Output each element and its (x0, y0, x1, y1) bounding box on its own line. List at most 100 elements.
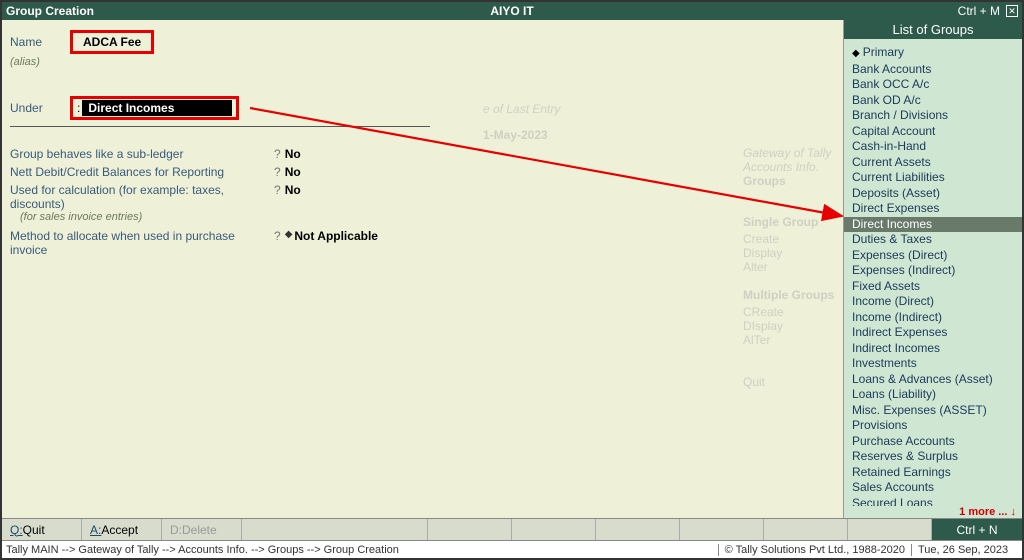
group-list-item[interactable]: Cash-in-Hand (852, 139, 1018, 155)
opt-subledger-value[interactable]: No (285, 147, 301, 161)
opt-subledger-label: Group behaves like a sub-ledger (10, 147, 270, 161)
group-list-item[interactable]: Deposits (Asset) (852, 186, 1018, 202)
ghost-multiple: Multiple Groups (743, 288, 834, 302)
under-label: Under (10, 101, 70, 115)
opt-calc-sub: (for sales invoice entries) (20, 211, 142, 223)
accept-button[interactable]: A: Accept (82, 519, 162, 540)
group-list-item[interactable]: Misc. Expenses (ASSET) (852, 403, 1018, 419)
list-more-indicator[interactable]: 1 more ... ↓ (844, 506, 1022, 518)
ctrl-n-button[interactable]: Ctrl + N (932, 519, 1022, 540)
group-list-item-label: Expenses (Indirect) (852, 263, 955, 277)
group-list-item[interactable]: Bank OD A/c (852, 93, 1018, 109)
group-list-item[interactable]: Expenses (Indirect) (852, 263, 1018, 279)
group-list-item[interactable]: Indirect Expenses (852, 325, 1018, 341)
group-list-item[interactable]: Retained Earnings (852, 465, 1018, 481)
group-list-item[interactable]: Direct Expenses (852, 201, 1018, 217)
buttonbar-seg (680, 519, 764, 540)
group-list-item[interactable]: Indirect Incomes (852, 341, 1018, 357)
under-field[interactable]: : Direct Incomes (70, 96, 239, 120)
quit-button[interactable]: Q: Quit (2, 519, 82, 540)
buttonbar-seg (764, 519, 848, 540)
status-bar: Tally MAIN --> Gateway of Tally --> Acco… (2, 540, 1022, 558)
title-shortcut: Ctrl + M (958, 4, 1000, 18)
group-list-item[interactable]: Current Liabilities (852, 170, 1018, 186)
close-icon[interactable]: ✕ (1006, 5, 1018, 17)
group-list-item[interactable]: ◆Primary (852, 45, 1018, 62)
group-list-item[interactable]: Capital Account (852, 124, 1018, 140)
ghost-quit: Quit (743, 375, 765, 389)
group-list-item-label: Bank OD A/c (852, 93, 921, 107)
group-items-container: ◆PrimaryBank AccountsBank OCC A/cBank OD… (844, 39, 1022, 506)
ghost-date: 1-May-2023 (483, 128, 548, 142)
group-list-item-label: Misc. Expenses (ASSET) (852, 403, 987, 417)
group-list-item-label: Fixed Assets (852, 279, 920, 293)
opt-calc-label: Used for calculation (for example: taxes… (10, 183, 270, 211)
group-list-item[interactable]: Fixed Assets (852, 279, 1018, 295)
group-list-item[interactable]: Reserves & Surplus (852, 449, 1018, 465)
diamond-icon: ◆ (285, 229, 293, 257)
group-list-item-label: Cash-in-Hand (852, 139, 926, 153)
quit-key: Q: (10, 523, 23, 537)
group-list-item[interactable]: Loans (Liability) (852, 387, 1018, 403)
group-list-item-label: Capital Account (852, 124, 935, 138)
group-list-item-label: Indirect Incomes (852, 341, 940, 355)
group-list-item[interactable]: Investments (852, 356, 1018, 372)
group-list-item[interactable]: Income (Indirect) (852, 310, 1018, 326)
ghost-malter: AlTer (743, 333, 770, 347)
group-list-item[interactable]: Provisions (852, 418, 1018, 434)
opt-calc-value[interactable]: No (285, 183, 301, 211)
help-icon: ? (274, 183, 281, 211)
group-creation-form: e of Last Entry 1-May-2023 Gateway of Ta… (2, 20, 844, 518)
opt-nett-value[interactable]: No (285, 165, 301, 179)
group-list-item-label: Reserves & Surplus (852, 449, 958, 463)
help-icon: ? (274, 229, 281, 257)
group-list-item-label: Provisions (852, 418, 907, 432)
opt-alloc-value[interactable]: Not Applicable (294, 229, 378, 257)
group-list-item-label: Income (Indirect) (852, 310, 942, 324)
group-list-item[interactable]: Branch / Divisions (852, 108, 1018, 124)
group-list-item[interactable]: Direct Incomes (844, 217, 1022, 233)
group-list-item[interactable]: Secured Loans (852, 496, 1018, 507)
group-list-item[interactable]: Duties & Taxes (852, 232, 1018, 248)
group-list-item-label: Retained Earnings (852, 465, 951, 479)
name-value: ADCA Fee (83, 35, 141, 49)
ctrln-label: Ctrl + N (956, 523, 997, 537)
status-date: Tue, 26 Sep, 2023 (912, 544, 1022, 556)
group-list-item-label: Secured Loans (852, 496, 933, 507)
group-list-item-label: Primary (863, 45, 904, 59)
group-list-item[interactable]: Current Assets (852, 155, 1018, 171)
group-list-item-label: Branch / Divisions (852, 108, 948, 122)
buttonbar-seg (512, 519, 596, 540)
group-list-item[interactable]: Purchase Accounts (852, 434, 1018, 450)
accept-label: Accept (101, 523, 138, 537)
title-center: AIYO IT (2, 4, 1022, 18)
accept-key: A: (90, 523, 101, 537)
group-list-item-label: Current Assets (852, 155, 931, 169)
help-icon: ? (274, 165, 281, 179)
colon-icon: : (77, 101, 80, 115)
group-list-item[interactable]: Expenses (Direct) (852, 248, 1018, 264)
group-list-item-label: Deposits (Asset) (852, 186, 940, 200)
title-left: Group Creation (6, 4, 94, 18)
title-bar: Group Creation AIYO IT Ctrl + M ✕ (2, 2, 1022, 20)
group-list-item-label: Income (Direct) (852, 294, 934, 308)
group-list-item[interactable]: Bank OCC A/c (852, 77, 1018, 93)
name-field[interactable]: ADCA Fee (70, 30, 154, 54)
group-list-item[interactable]: Loans & Advances (Asset) (852, 372, 1018, 388)
under-value: Direct Incomes (82, 100, 232, 116)
group-list-item-label: Indirect Expenses (852, 325, 947, 339)
opt-alloc-label: Method to allocate when used in purchase… (10, 229, 270, 257)
group-list-item[interactable]: Income (Direct) (852, 294, 1018, 310)
group-list-item[interactable]: Bank Accounts (852, 62, 1018, 78)
divider-line (10, 126, 430, 127)
group-list-item-label: Loans & Advances (Asset) (852, 372, 993, 386)
group-list-item[interactable]: Sales Accounts (852, 480, 1018, 496)
group-list-item-label: Investments (852, 356, 917, 370)
ghost-mcreate: CReate (743, 305, 784, 319)
help-icon: ? (274, 147, 281, 161)
name-label: Name (10, 35, 70, 49)
breadcrumb: Tally MAIN --> Gateway of Tally --> Acco… (2, 544, 718, 556)
list-of-groups-header: List of Groups (844, 20, 1022, 39)
buttonbar-seg (596, 519, 680, 540)
group-list-item-label: Purchase Accounts (852, 434, 955, 448)
